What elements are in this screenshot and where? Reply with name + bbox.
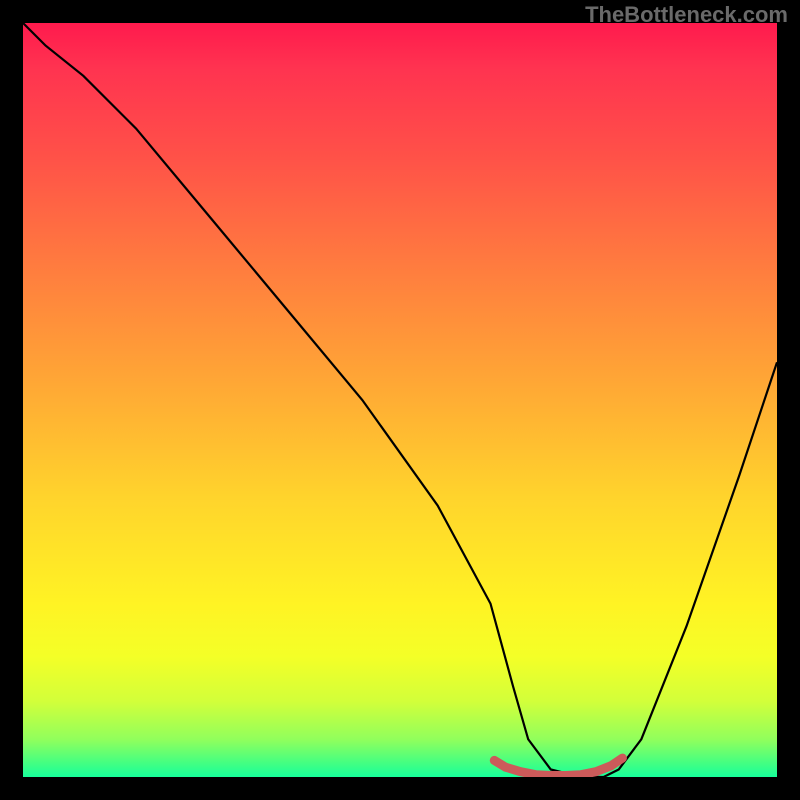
optimal-range-highlight [494,758,622,775]
bottleneck-curve-line [23,23,777,777]
watermark-text: TheBottleneck.com [585,2,788,28]
chart-svg [23,23,777,777]
plot-gradient-area [23,23,777,777]
